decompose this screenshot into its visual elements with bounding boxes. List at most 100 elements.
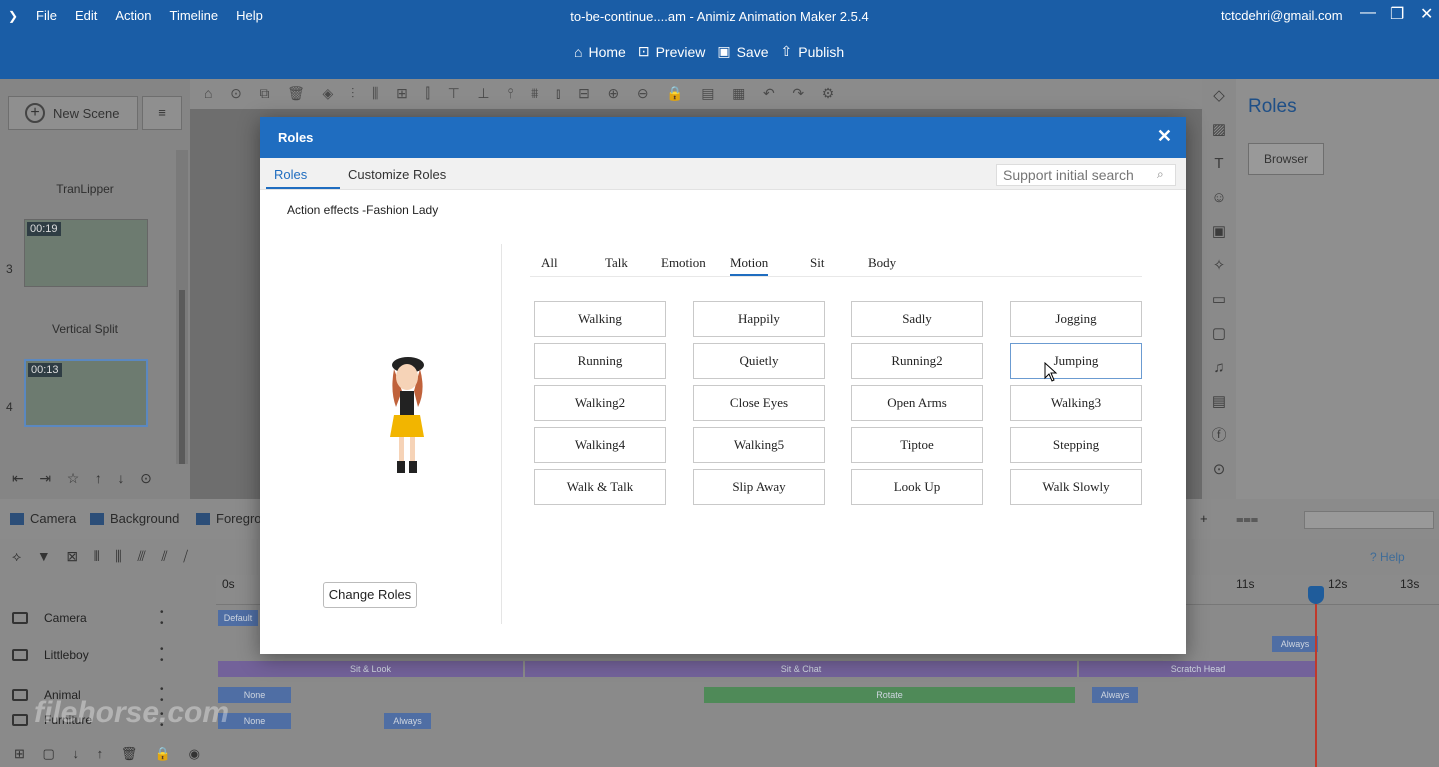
zoom-in-icon[interactable]: ⊕ [608, 85, 620, 102]
action-button[interactable]: Walking3 [1010, 385, 1142, 421]
add-track-icon[interactable]: + [1200, 511, 1208, 526]
tab-customize-roles[interactable]: Customize Roles [348, 167, 446, 182]
move-up-icon[interactable]: ↑ [95, 470, 102, 486]
align-track-icon[interactable]: ⫴ [94, 548, 100, 565]
align-center-icon[interactable]: ⫯ [507, 85, 513, 102]
more-options-icon[interactable]: ⊙ [140, 470, 152, 487]
bubble-icon[interactable]: ▭ [1202, 283, 1236, 317]
align-icon[interactable]: ⫶ [351, 85, 355, 102]
zoom-slider[interactable] [1304, 511, 1434, 529]
camera-layer[interactable]: Camera [10, 511, 76, 526]
action-button[interactable]: Walking4 [534, 427, 666, 463]
align-bottom-icon[interactable]: ⊥ [477, 85, 489, 102]
action-button[interactable]: Look Up [851, 469, 983, 505]
filter-icon[interactable]: ▼ [37, 548, 51, 564]
action-button-hovered[interactable]: Jumping [1010, 343, 1142, 379]
settings-icon[interactable]: ⚙ [822, 85, 835, 102]
action-button[interactable]: Walking5 [693, 427, 825, 463]
copy-icon[interactable]: ⧉ [259, 85, 269, 102]
undo-icon[interactable]: ↶ [763, 85, 775, 102]
role-icon[interactable]: ☺ [1202, 181, 1236, 215]
group-icon[interactable]: ▤ [701, 85, 714, 102]
restore-icon[interactable]: ❐ [1390, 4, 1404, 24]
space-icon[interactable]: ⫻ [137, 548, 145, 565]
scene-scrollbar-thumb[interactable] [179, 290, 185, 470]
action-button[interactable]: Open Arms [851, 385, 983, 421]
align-top-icon[interactable]: ⊤ [448, 85, 460, 102]
new-scene-button[interactable]: + New Scene [8, 96, 138, 130]
delete-icon[interactable]: 🗑 [287, 85, 305, 102]
align-middle-icon[interactable]: ⩩ [531, 85, 538, 102]
action-button[interactable]: Stepping [1010, 427, 1142, 463]
props-icon[interactable]: ▣ [1202, 215, 1236, 249]
publish-button[interactable]: ⇧ Publish [781, 43, 845, 60]
category-talk[interactable]: Talk [605, 255, 628, 271]
distribute-icon[interactable]: ⫼ [372, 85, 378, 102]
playhead-handle[interactable] [1308, 586, 1324, 604]
split-icon[interactable]: ⧸ [183, 548, 188, 565]
timeline-bar[interactable]: Rotate [704, 687, 1075, 703]
change-roles-button[interactable]: Change Roles [323, 582, 417, 608]
minimize-icon[interactable]: — [1360, 4, 1376, 22]
export-icon[interactable]: ⇥ [39, 470, 51, 487]
tab-roles[interactable]: Roles [274, 167, 307, 182]
action-button[interactable]: Walking [534, 301, 666, 337]
action-button[interactable]: Walking2 [534, 385, 666, 421]
flash-icon[interactable]: ⓕ [1202, 419, 1236, 453]
effects-icon[interactable]: ✧ [1202, 249, 1236, 283]
action-button[interactable]: Happily [693, 301, 825, 337]
lock-track-icon[interactable]: 🔒 [155, 746, 171, 762]
star-icon[interactable]: ☆ [67, 470, 80, 487]
action-button[interactable]: Slip Away [693, 469, 825, 505]
more-elements-icon[interactable]: ⊙ [1202, 453, 1236, 487]
folder-track-icon[interactable]: ▢ [43, 746, 55, 762]
home-button[interactable]: ⌂ Home [574, 43, 626, 60]
grid-icon[interactable]: ⊞ [396, 85, 408, 102]
scene-list-icon[interactable]: ≡ [142, 96, 182, 130]
down-icon[interactable]: ↓ [72, 746, 79, 761]
track-options[interactable]: • • [160, 644, 216, 666]
spacing-icon[interactable]: ⫾ [556, 85, 560, 102]
action-button[interactable]: Walk Slowly [1010, 469, 1142, 505]
fit-icon[interactable]: ⩶ [1236, 511, 1258, 527]
playhead-line[interactable] [1315, 590, 1317, 767]
category-all[interactable]: All [541, 255, 558, 271]
save-button[interactable]: ▣ Save [717, 43, 768, 60]
video-icon[interactable]: ▤ [1202, 385, 1236, 419]
category-motion[interactable]: Motion [730, 255, 769, 276]
timeline-bar[interactable]: Sit & Chat [525, 661, 1077, 677]
paste-icon[interactable]: ▦ [732, 85, 745, 102]
timeline-bar[interactable]: Sit & Look [218, 661, 523, 677]
foreground-layer[interactable]: Foregro [196, 511, 262, 526]
home-view-icon[interactable]: ⌂ [204, 85, 212, 101]
up-icon[interactable]: ↑ [97, 746, 104, 761]
scene-thumbnail-selected[interactable]: 00:13 [24, 359, 148, 427]
track-littleboy[interactable]: Littleboy • • [0, 643, 216, 667]
zoom-out-icon[interactable]: ⊖ [637, 85, 649, 102]
search-input[interactable] [996, 164, 1176, 186]
track-options[interactable]: • • [160, 607, 216, 629]
track-camera[interactable]: Camera • • [0, 606, 216, 630]
action-button[interactable]: Tiptoe [851, 427, 983, 463]
preview-button[interactable]: ⊡ Preview [638, 43, 706, 60]
edit-icon[interactable]: ⊠ [66, 548, 78, 565]
timeline-bar[interactable]: Always [384, 713, 431, 729]
background-layer[interactable]: Background [90, 511, 179, 526]
category-body[interactable]: Body [868, 255, 896, 271]
timeline-bar[interactable]: Always [1092, 687, 1138, 703]
timeline-bar[interactable]: Scratch Head [1079, 661, 1317, 677]
action-button[interactable]: Sadly [851, 301, 983, 337]
category-sit[interactable]: Sit [810, 255, 824, 271]
text-icon[interactable]: T [1202, 147, 1236, 181]
more-icon[interactable]: ⊙ [230, 85, 242, 102]
shape-icon[interactable]: ◇ [1202, 79, 1236, 113]
category-emotion[interactable]: Emotion [661, 255, 706, 271]
import-icon[interactable]: ⇤ [12, 470, 24, 487]
distribute-track-icon[interactable]: ⫼ [115, 548, 121, 565]
close-icon[interactable]: ✕ [1420, 4, 1433, 24]
action-button[interactable]: Walk & Talk [534, 469, 666, 505]
action-button[interactable]: Running [534, 343, 666, 379]
help-link[interactable]: ? Help [1370, 550, 1405, 564]
scene-thumbnail[interactable]: 00:19 [24, 219, 148, 287]
account-email[interactable]: tctcdehri@gmail.com [1221, 8, 1343, 23]
